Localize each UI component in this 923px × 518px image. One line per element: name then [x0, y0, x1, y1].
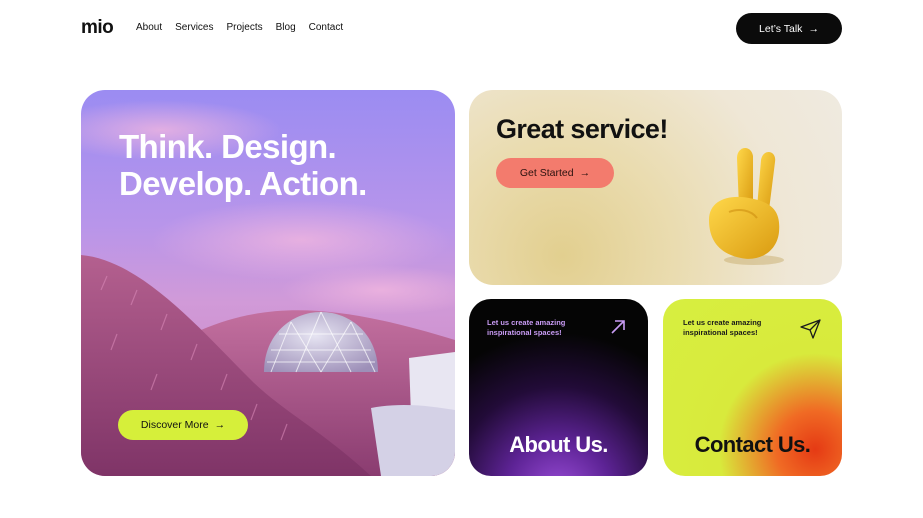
discover-more-button[interactable]: Discover More → — [118, 410, 248, 440]
arrow-up-right-icon[interactable] — [610, 319, 626, 335]
contact-tagline: Let us create amazing inspirational spac… — [683, 318, 762, 337]
service-card: Great service! Get Started → — [469, 90, 842, 285]
nav-item-about[interactable]: About — [136, 22, 162, 33]
contact-heading: Contact Us. — [694, 432, 811, 457]
nav-item-services[interactable]: Services — [175, 22, 213, 33]
nav-item-contact[interactable]: Contact — [309, 22, 343, 33]
lets-talk-label: Let’s Talk — [759, 22, 803, 35]
hero-title: Think. Design. Develop. Action. — [119, 128, 367, 202]
peace-hand-icon — [709, 147, 784, 265]
arrow-right-icon: → — [214, 419, 226, 431]
hero-title-line2: Develop. Action. — [119, 165, 367, 202]
hero-card: Think. Design. Develop. Action. Discover… — [81, 90, 455, 476]
get-started-button[interactable]: Get Started → — [496, 158, 614, 188]
arrow-right-icon: → — [579, 167, 591, 179]
lets-talk-button[interactable]: Let’s Talk → — [736, 13, 842, 44]
get-started-label: Get Started — [519, 167, 574, 179]
hero-title-line1: Think. Design. — [119, 128, 337, 165]
send-icon[interactable] — [800, 319, 822, 339]
nav-item-projects[interactable]: Projects — [227, 22, 263, 33]
about-card[interactable]: Let us create amazing inspirational spac… — [469, 299, 648, 476]
nav-item-blog[interactable]: Blog — [276, 22, 296, 33]
arrow-right-icon: → — [808, 22, 819, 35]
logo[interactable]: mio — [81, 17, 114, 39]
main-nav: About Services Projects Blog Contact — [136, 22, 343, 33]
about-heading: About Us. — [509, 432, 608, 457]
about-tagline: Let us create amazing inspirational spac… — [487, 318, 566, 337]
discover-more-label: Discover More — [140, 419, 209, 431]
contact-card[interactable]: Let us create amazing inspirational spac… — [663, 299, 842, 476]
service-title: Great service! — [496, 114, 668, 144]
